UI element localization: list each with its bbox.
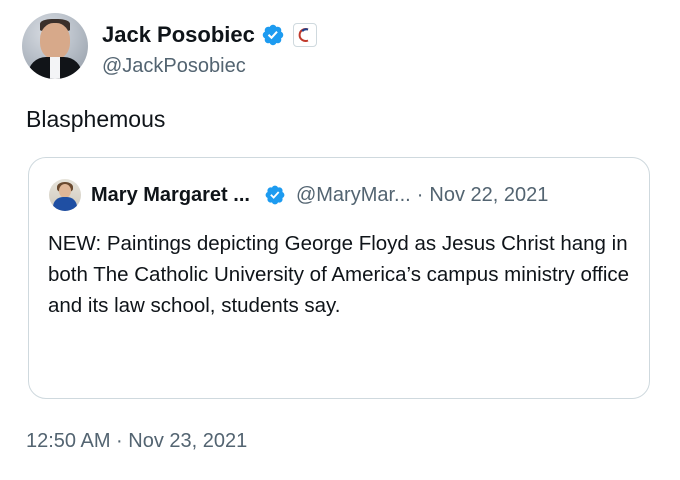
avatar-shirt: [50, 57, 60, 79]
quoted-avatar-body: [53, 197, 77, 211]
quoted-author-avatar[interactable]: [49, 179, 81, 211]
quoted-author-name[interactable]: Mary Margaret ...: [91, 183, 250, 207]
author-name-row: Jack Posobiec: [102, 22, 317, 48]
affiliate-logo-icon: [298, 28, 309, 42]
quoted-avatar-face: [59, 184, 71, 198]
tweet-header: Jack Posobiec @JackPosobiec: [22, 10, 662, 80]
verified-badge-icon: [262, 24, 284, 46]
tweet-timestamp[interactable]: 12:50 AM · Nov 23, 2021: [26, 428, 247, 454]
quoted-tweet-text: NEW: Paintings depicting George Floyd as…: [48, 232, 630, 317]
author-handle[interactable]: @JackPosobiec: [102, 54, 246, 78]
affiliate-badge-icon[interactable]: [292, 23, 317, 47]
separator-dot: ·: [416, 184, 424, 206]
author-name[interactable]: Jack Posobiec: [102, 22, 255, 48]
quoted-tweet-header: Mary Margaret ... @MaryMar... · Nov 22, …: [49, 179, 548, 211]
author-avatar[interactable]: [22, 13, 88, 79]
tweet-text: Blasphemous: [26, 106, 166, 132]
quoted-tweet-card[interactable]: Mary Margaret ... @MaryMar... · Nov 22, …: [28, 157, 650, 399]
quoted-author-handle[interactable]: @MaryMar...: [296, 183, 411, 207]
verified-badge-icon: [265, 185, 285, 205]
avatar-face: [40, 23, 70, 59]
quoted-tweet-date[interactable]: Nov 22, 2021: [429, 183, 548, 207]
